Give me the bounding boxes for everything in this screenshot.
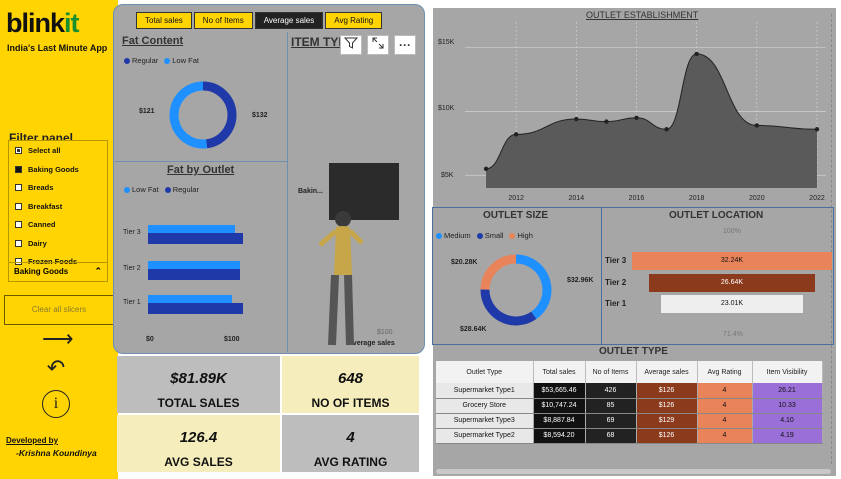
- outlet-type-table: Outlet Type Total sales No of Items Average…: [436, 361, 823, 444]
- table-cell: $126: [636, 383, 698, 399]
- donut-slice-high[interactable]: [480, 254, 517, 290]
- funnel-tier-label: Tier 2: [605, 278, 627, 287]
- table-row[interactable]: Supermarket Type3 $8,887.84 69 $129 4 4.10: [436, 413, 823, 429]
- horizontal-scrollbar[interactable]: [436, 469, 831, 474]
- size-label-right: $32.96K: [567, 277, 594, 284]
- column-header[interactable]: Outlet Type: [436, 361, 534, 383]
- dashboard: blinkit India's Last Minute App Filter p…: [0, 0, 841, 479]
- table-cell: 10.33: [752, 398, 823, 414]
- funnel-tier-label: Tier 1: [605, 299, 627, 308]
- column-header[interactable]: Item Visibility: [752, 361, 823, 383]
- table-cell: 4.10: [752, 413, 823, 429]
- table-cell: Supermarket Type1: [436, 383, 534, 399]
- table-row[interactable]: Grocery Store $10,747.24 85 $126 4 10.33: [436, 398, 823, 414]
- funnel-bar[interactable]: 26.64K: [649, 274, 815, 292]
- table-cell: $8,887.84: [533, 413, 586, 429]
- column-header[interactable]: Average sales: [636, 361, 698, 383]
- table-cell: $126: [636, 398, 698, 414]
- table-cell: 68: [585, 428, 637, 444]
- outlet-location-title: OUTLET LOCATION: [669, 210, 764, 221]
- funnel-top-pct: 100%: [723, 228, 741, 235]
- table-cell: $126: [636, 428, 698, 444]
- table-cell: $129: [636, 413, 698, 429]
- table-cell: 4.19: [752, 428, 823, 444]
- table-row[interactable]: Supermarket Type1 $53,665.46 426 $126 4 26.21: [436, 383, 823, 399]
- table-cell: 4: [697, 383, 753, 399]
- table-cell: 26.21: [752, 383, 823, 399]
- outlet-type-title: OUTLET TYPE: [599, 346, 668, 357]
- table-cell: 69: [585, 413, 637, 429]
- table-cell: Grocery Store: [436, 398, 534, 414]
- size-label-bottom: $28.64K: [460, 326, 487, 333]
- table-cell: $53,665.46: [533, 383, 586, 399]
- table-cell: $10,747.24: [533, 398, 586, 414]
- table-cell: $8,594.20: [533, 428, 586, 444]
- funnel-bar[interactable]: 23.01K: [660, 295, 804, 313]
- size-label-left: $20.28K: [451, 259, 478, 266]
- donut-slice-medium[interactable]: [515, 254, 552, 320]
- table-cell: 426: [585, 383, 637, 399]
- column-header[interactable]: Avg Rating: [697, 361, 753, 383]
- table-cell: 85: [585, 398, 637, 414]
- column-header[interactable]: Total sales: [533, 361, 586, 383]
- table-cell: 4: [697, 428, 753, 444]
- table-cell: Supermarket Type2: [436, 428, 534, 444]
- table-row[interactable]: Supermarket Type2 $8,594.20 68 $126 4 4.19: [436, 428, 823, 444]
- table-cell: 4: [697, 398, 753, 414]
- table-cell: Supermarket Type3: [436, 413, 534, 429]
- donut-slice-small[interactable]: [480, 289, 537, 326]
- column-header[interactable]: No of Items: [585, 361, 637, 383]
- funnel-tier-label: Tier 3: [605, 256, 627, 265]
- funnel-bar[interactable]: 32.24K: [632, 252, 832, 270]
- table-cell: 4: [697, 413, 753, 429]
- funnel-bottom-pct: 71.4%: [723, 331, 743, 338]
